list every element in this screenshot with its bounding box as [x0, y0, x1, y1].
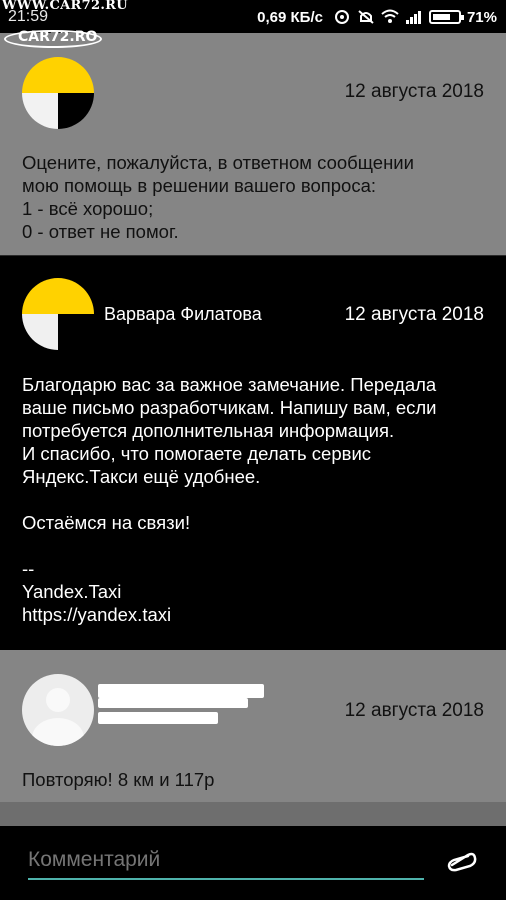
message-text: Повторяю! 8 км и 117р — [22, 769, 215, 790]
status-right: 0,69 КБ/с 71% — [257, 7, 497, 27]
sync-icon — [333, 9, 351, 25]
wifi-icon — [381, 9, 399, 25]
message-date: 12 августа 2018 — [344, 304, 484, 325]
attach-icon[interactable] — [444, 850, 480, 872]
redacted-name — [98, 684, 264, 698]
watermark-url: WWW.CAR72.RU — [2, 0, 128, 13]
mute-icon — [357, 9, 375, 25]
chat-screen: 21:59 0,69 КБ/с 71% 12 августа 2018 Оцен… — [0, 0, 506, 900]
battery-icon — [428, 10, 464, 24]
watermark-logo-text: CAR72.RO — [18, 29, 98, 45]
message-text: Благодарю вас за важное замечание. Перед… — [22, 374, 437, 625]
message-item: Варвара Филатова 12 августа 2018 Благода… — [0, 256, 506, 650]
signal-icon — [405, 9, 423, 25]
user-avatar — [22, 674, 94, 746]
battery-percent: 71% — [466, 8, 497, 26]
redacted-name — [98, 712, 218, 724]
message-date: 12 августа 2018 — [344, 81, 484, 102]
support-avatar — [22, 278, 94, 350]
message-item: 12 августа 2018 Повторяю! 8 км и 117р — [0, 650, 506, 802]
message-item: 12 августа 2018 Оцените, пожалуйста, в о… — [0, 33, 506, 255]
support-avatar — [22, 57, 94, 129]
message-author: Варвара Филатова — [104, 304, 262, 324]
message-text: Оцените, пожалуйста, в ответном сообщени… — [22, 152, 414, 242]
comment-input[interactable] — [28, 844, 424, 876]
network-speed: 0,69 КБ/с — [257, 8, 323, 26]
next-message-edge — [0, 802, 506, 826]
comment-bar — [0, 826, 506, 900]
battery-fill — [432, 14, 450, 20]
comment-underline — [28, 878, 424, 880]
message-date: 12 августа 2018 — [344, 700, 484, 721]
watermark-logo: CAR72.RO — [4, 29, 102, 48]
redacted-name — [98, 698, 248, 708]
